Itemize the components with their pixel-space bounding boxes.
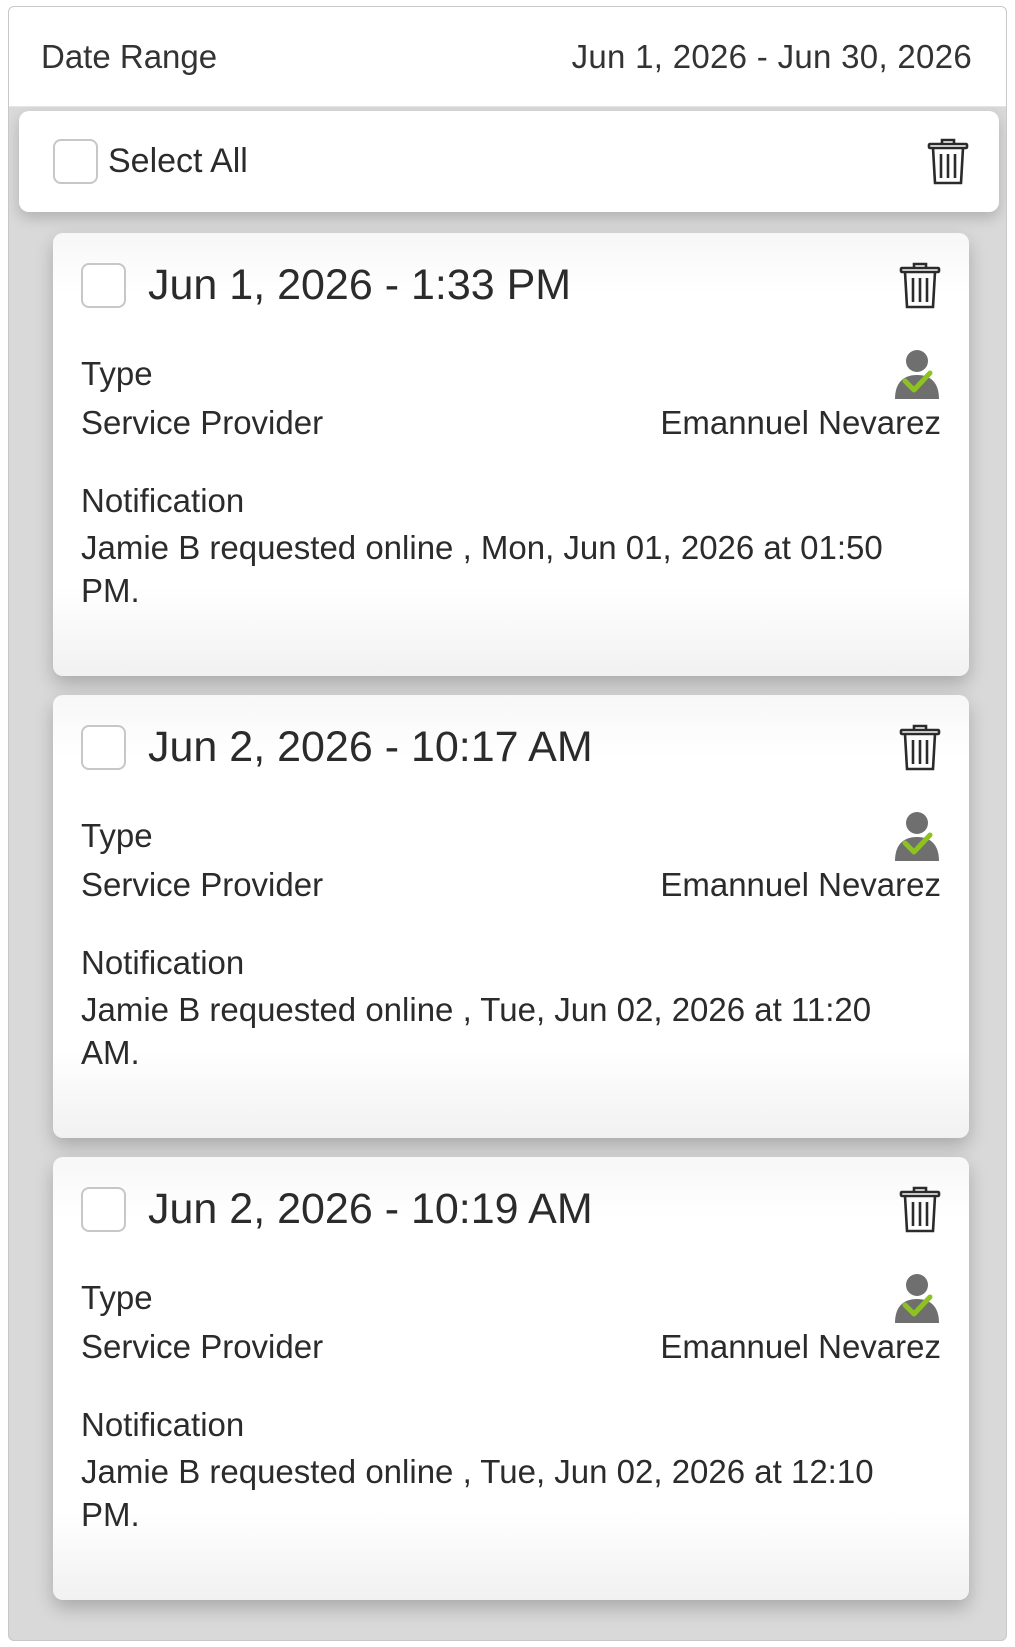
select-all-checkbox[interactable] [53,139,98,184]
notification-label: Notification [81,482,245,519]
notification-text: Jamie B requested online , Tue, Jun 02, … [81,1453,874,1533]
date-range-header[interactable]: Date Range Jun 1, 2026 - Jun 30, 2026 [9,7,1006,107]
user-check-icon [893,1271,941,1325]
trash-icon[interactable] [899,262,941,310]
card-checkbox[interactable] [81,263,126,308]
notification-label: Notification [81,944,245,981]
notifications-panel: Date Range Jun 1, 2026 - Jun 30, 2026 Se… [8,6,1007,1641]
card-datetime: Jun 2, 2026 - 10:19 AM [148,1185,593,1233]
user-check-icon [893,347,941,401]
service-provider-label: Service Provider [81,866,324,903]
date-range-value[interactable]: Jun 1, 2026 - Jun 30, 2026 [572,38,972,76]
select-all-bar: Select All [19,111,999,212]
notification-card[interactable]: Jun 1, 2026 - 1:33 PM Type Service Provi… [53,233,969,676]
type-label: Type [81,355,153,392]
date-range-label: Date Range [41,37,218,75]
notification-label: Notification [81,1406,245,1443]
type-label: Type [81,1279,153,1316]
notification-text: Jamie B requested online , Tue, Jun 02, … [81,991,872,1071]
trash-icon[interactable] [899,1186,941,1234]
user-check-icon [893,809,941,863]
service-provider-value: Emannuel Nevarez [660,404,941,441]
service-provider-label: Service Provider [81,1328,324,1365]
card-checkbox[interactable] [81,1187,126,1232]
trash-icon[interactable] [927,138,969,186]
service-provider-value: Emannuel Nevarez [660,866,941,903]
card-datetime: Jun 1, 2026 - 1:33 PM [148,261,572,309]
card-datetime: Jun 2, 2026 - 10:17 AM [148,723,593,771]
card-checkbox[interactable] [81,725,126,770]
service-provider-label: Service Provider [81,404,324,441]
service-provider-value: Emannuel Nevarez [660,1328,941,1365]
notification-card[interactable]: Jun 2, 2026 - 10:19 AM Type Service Prov… [53,1157,969,1600]
type-label: Type [81,817,153,854]
notification-card[interactable]: Jun 2, 2026 - 10:17 AM Type Service Prov… [53,695,969,1138]
trash-icon[interactable] [899,724,941,772]
notification-text: Jamie B requested online , Mon, Jun 01, … [81,529,883,609]
select-all-control[interactable]: Select All [53,139,248,184]
notification-list: Jun 1, 2026 - 1:33 PM Type Service Provi… [53,233,969,1619]
select-all-label[interactable]: Select All [108,142,248,181]
